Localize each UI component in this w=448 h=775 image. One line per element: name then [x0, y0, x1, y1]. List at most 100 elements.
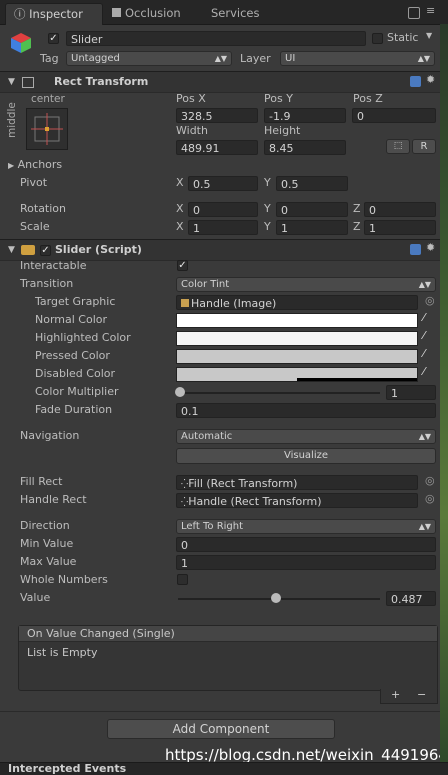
target-graphic-label: Target Graphic: [35, 295, 116, 308]
color-multiplier-field[interactable]: 1: [386, 385, 436, 400]
pressed-color-label: Pressed Color: [35, 349, 110, 362]
object-picker-icon[interactable]: ◎: [425, 294, 435, 307]
rect-transform-header[interactable]: ▼ Rect Transform ✹: [0, 71, 448, 93]
blueprint-mode-button[interactable]: ⬚: [386, 139, 410, 154]
layer-dropdown[interactable]: UI ▲▼: [280, 51, 435, 66]
navigation-dropdown[interactable]: Automatic ▲▼: [176, 429, 436, 444]
eyedropper-icon[interactable]: ⁄: [423, 311, 425, 324]
rect-transform-title: Rect Transform: [54, 75, 149, 88]
event-controls: + −: [380, 688, 438, 704]
add-component-button[interactable]: Add Component: [107, 719, 335, 739]
value-slider-thumb[interactable]: [271, 593, 282, 603]
add-event-button[interactable]: +: [391, 688, 400, 701]
rotation-y-field[interactable]: 0: [276, 202, 348, 217]
help-icon[interactable]: [410, 76, 421, 87]
pos-y-field[interactable]: -1.9: [264, 108, 346, 123]
pos-x-label: Pos X: [176, 92, 206, 105]
bottom-panel-header: Intercepted Events: [0, 762, 448, 775]
rotation-z-field[interactable]: 0: [364, 202, 436, 217]
tag-dropdown[interactable]: Untagged ▲▼: [66, 51, 232, 66]
width-field[interactable]: 489.91: [176, 140, 258, 155]
tab-services[interactable]: Services: [211, 3, 281, 24]
value-field[interactable]: 0.487: [386, 591, 436, 606]
highlighted-color-label: Highlighted Color: [35, 331, 131, 344]
tab-bar: ⓘ Inspector Occlusion Services ≡: [0, 0, 448, 25]
slider-script-title: Slider (Script): [55, 243, 142, 256]
object-picker-icon[interactable]: ◎: [425, 492, 435, 505]
fill-rect-label: Fill Rect: [20, 475, 63, 488]
slider-enabled-checkbox[interactable]: ✓: [40, 245, 51, 256]
static-checkbox[interactable]: [372, 33, 383, 44]
raw-edit-button[interactable]: R: [412, 139, 436, 154]
transition-value: Color Tint: [181, 279, 230, 290]
scale-label: Scale: [20, 220, 50, 233]
normal-color-swatch[interactable]: [176, 313, 418, 328]
fill-rect-value: Fill (Rect Transform): [188, 477, 298, 490]
min-value-label: Min Value: [20, 537, 74, 550]
pivot-y-field[interactable]: 0.5: [276, 176, 348, 191]
occlusion-icon: [112, 8, 121, 17]
visualize-button[interactable]: Visualize: [176, 448, 436, 464]
eyedropper-icon[interactable]: ⁄: [423, 329, 425, 342]
transition-dropdown[interactable]: Color Tint ▲▼: [176, 277, 436, 292]
anchors-foldout[interactable]: ▶ Anchors: [8, 157, 62, 173]
rotation-x-field[interactable]: 0: [188, 202, 258, 217]
max-value-label: Max Value: [20, 555, 77, 568]
anchor-presets-button[interactable]: [26, 108, 68, 150]
navigation-value: Automatic: [181, 431, 233, 442]
tab-occlusion[interactable]: Occlusion: [112, 3, 202, 24]
scale-z-field[interactable]: 1: [364, 220, 436, 235]
lock-icon[interactable]: [408, 7, 420, 19]
object-picker-icon[interactable]: ◎: [425, 474, 435, 487]
rect-transform-icon: [22, 77, 34, 88]
fade-duration-field[interactable]: 0.1: [176, 403, 436, 418]
help-icon[interactable]: [410, 244, 421, 255]
height-field[interactable]: 8.45: [264, 140, 346, 155]
fade-duration-label: Fade Duration: [35, 403, 113, 416]
color-multiplier-track[interactable]: [178, 392, 380, 394]
interactable-label: Interactable: [20, 259, 87, 272]
rotation-y-axis: Y: [264, 202, 271, 215]
alpha-bar: [297, 378, 417, 381]
whole-numbers-label: Whole Numbers: [20, 573, 108, 586]
scale-x-field[interactable]: 1: [188, 220, 258, 235]
navigation-label: Navigation: [20, 429, 80, 442]
height-label: Height: [264, 124, 301, 137]
tab-inspector[interactable]: ⓘ Inspector: [5, 3, 103, 25]
whole-numbers-checkbox[interactable]: [177, 574, 188, 585]
static-dropdown-arrow[interactable]: ▼: [426, 31, 432, 40]
gear-icon[interactable]: ✹: [426, 241, 435, 254]
pivot-x-field[interactable]: 0.5: [188, 176, 258, 191]
foldout-arrow-icon[interactable]: ▼: [8, 240, 15, 260]
event-title: On Value Changed (Single): [27, 627, 175, 640]
fill-rect-field[interactable]: ⁛Fill (Rect Transform): [176, 475, 418, 490]
handle-rect-field[interactable]: ⁛Handle (Rect Transform): [176, 493, 418, 508]
event-header: On Value Changed (Single): [19, 626, 437, 642]
foldout-arrow-icon[interactable]: ▼: [8, 72, 15, 92]
menu-icon[interactable]: ≡: [426, 4, 435, 17]
eyedropper-icon[interactable]: ⁄: [423, 365, 425, 378]
highlighted-color-swatch[interactable]: [176, 331, 418, 346]
pos-x-field[interactable]: 328.5: [176, 108, 258, 123]
interactable-checkbox[interactable]: ✓: [177, 260, 188, 271]
divider: [0, 711, 440, 712]
remove-event-button[interactable]: −: [417, 688, 426, 701]
eyedropper-icon[interactable]: ⁄: [423, 347, 425, 360]
cube-icon: [10, 32, 32, 54]
color-multiplier-thumb[interactable]: [175, 387, 185, 397]
max-value-field[interactable]: 1: [176, 555, 436, 570]
event-empty-label: List is Empty: [27, 646, 98, 659]
pressed-color-swatch[interactable]: [176, 349, 418, 364]
active-checkbox[interactable]: ✓: [48, 33, 59, 44]
disabled-color-swatch[interactable]: [176, 367, 418, 382]
min-value-field[interactable]: 0: [176, 537, 436, 552]
handle-rect-value: Handle (Rect Transform): [188, 495, 322, 508]
handle-rect-label: Handle Rect: [20, 493, 87, 506]
scale-y-field[interactable]: 1: [276, 220, 348, 235]
pos-z-field[interactable]: 0: [352, 108, 436, 123]
object-name-field[interactable]: Slider: [66, 31, 366, 46]
scene-edge: [440, 24, 448, 762]
direction-dropdown[interactable]: Left To Right ▲▼: [176, 519, 436, 534]
target-graphic-field[interactable]: Handle (Image): [176, 295, 418, 310]
gear-icon[interactable]: ✹: [426, 73, 435, 86]
